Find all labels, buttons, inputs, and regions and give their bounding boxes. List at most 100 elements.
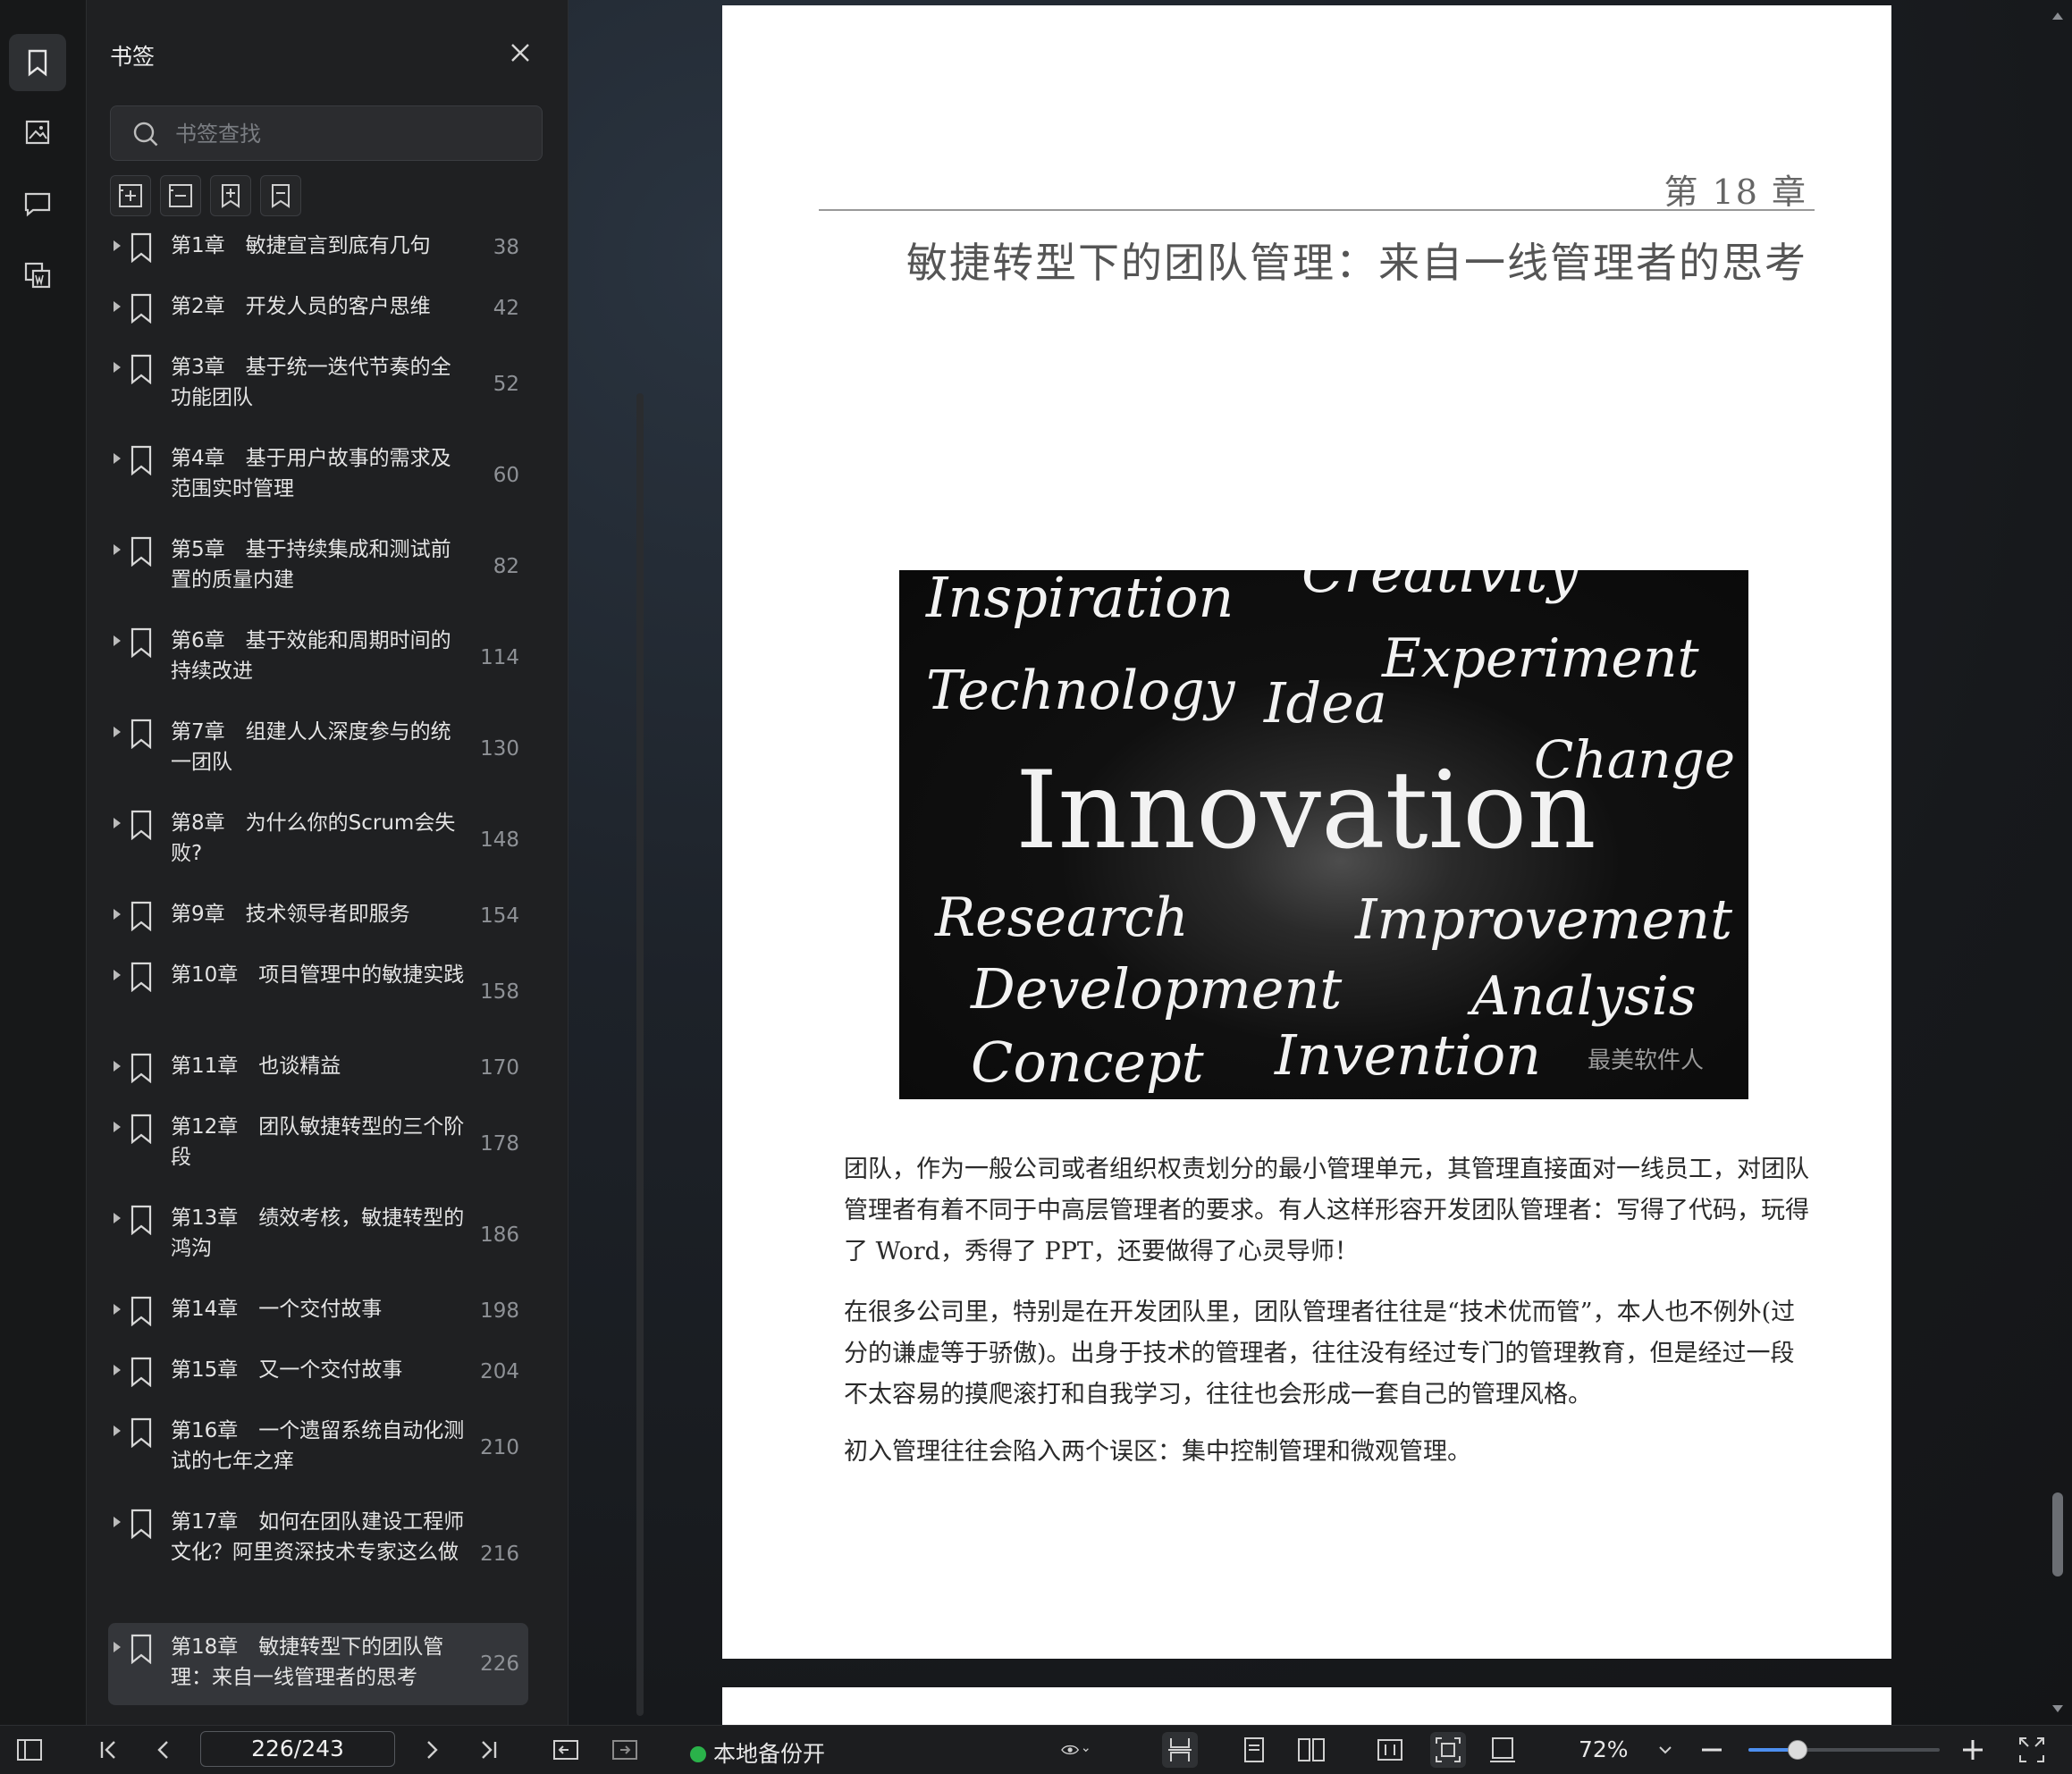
scroll-down-arrow[interactable]	[2052, 1705, 2063, 1712]
expand-all-button[interactable]	[110, 175, 151, 216]
expand-arrow-icon[interactable]	[114, 544, 121, 555]
expand-arrow-icon[interactable]	[114, 1304, 121, 1315]
bookmark-item[interactable]: 第14章 一个交付故事 198	[108, 1294, 528, 1328]
collapse-all-button[interactable]	[160, 175, 201, 216]
next-page-button[interactable]	[417, 1735, 447, 1765]
remove-bookmark-button[interactable]	[260, 175, 301, 216]
bookmark-icon	[131, 354, 152, 384]
expand-arrow-icon[interactable]	[114, 1425, 121, 1436]
bookmark-item[interactable]: 第16章 一个遗留系统自动化测试的七年之痒 210	[108, 1416, 528, 1480]
go-back-button[interactable]	[551, 1735, 581, 1765]
fullscreen-button[interactable]	[2017, 1735, 2047, 1765]
expand-arrow-icon[interactable]	[114, 1517, 121, 1527]
word-document-icon	[24, 262, 51, 289]
image-word: Analysis	[1471, 965, 1697, 1028]
bookmark-item[interactable]: 第13章 绩效考核，敏捷转型的鸿沟 186	[108, 1203, 528, 1267]
bookmark-page-number: 148	[480, 828, 519, 852]
bookmark-item[interactable]: 第5章 基于持续集成和测试前置的质量内建 82	[108, 534, 528, 599]
image-word: Idea	[1264, 670, 1387, 736]
zoom-out-button[interactable]	[1697, 1735, 1727, 1765]
bookmark-item[interactable]: 第15章 又一个交付故事 204	[108, 1355, 528, 1389]
paragraph: 初入管理往往会陷入两个误区：集中控制管理和微观管理。	[844, 1438, 1471, 1466]
view-mode-dropdown[interactable]	[1060, 1735, 1107, 1765]
bookmark-page-number: 178	[480, 1132, 519, 1156]
expand-arrow-icon[interactable]	[114, 301, 121, 312]
expand-arrow-icon[interactable]	[114, 1365, 121, 1375]
document-scrollbar[interactable]	[2052, 1492, 2063, 1576]
single-page-scroll-button[interactable]	[1162, 1732, 1198, 1768]
annotations-panel-button[interactable]	[9, 175, 66, 232]
expand-arrow-icon[interactable]	[114, 727, 121, 737]
bookmark-item[interactable]: 第9章 技术领导者即服务 154	[108, 899, 528, 933]
zoom-in-button[interactable]	[1958, 1735, 1988, 1765]
thumbnails-panel-button[interactable]	[9, 104, 66, 161]
icon-rail	[0, 0, 87, 1725]
zoom-level[interactable]: 72%	[1579, 1736, 1629, 1762]
bookmark-page-number: 170	[480, 1056, 519, 1080]
bookmark-icon	[131, 293, 152, 324]
bookmark-page-number: 198	[480, 1299, 519, 1323]
bookmarks-panel-button[interactable]	[9, 34, 66, 91]
expand-arrow-icon[interactable]	[114, 909, 121, 920]
zoom-slider[interactable]	[1748, 1740, 1940, 1760]
fit-width-button[interactable]	[1375, 1735, 1405, 1765]
expand-arrow-icon[interactable]	[114, 453, 121, 464]
bookmark-icon	[131, 719, 152, 749]
bookmark-item[interactable]: 第1章 敏捷宣言到底有几句 38	[108, 231, 528, 265]
toggle-sidebar-button[interactable]	[14, 1735, 45, 1765]
bookmark-item[interactable]: 第18章 敏捷转型下的团队管理：来自一线管理者的思考 226	[108, 1623, 528, 1705]
bookmark-item[interactable]: 第10章 项目管理中的敏捷实践 158	[108, 960, 528, 1024]
add-bookmark-button[interactable]	[210, 175, 251, 216]
bookmark-item[interactable]: 第12章 团队敏捷转型的三个阶段 178	[108, 1112, 528, 1176]
expand-arrow-icon[interactable]	[114, 240, 121, 251]
bookmark-search-input[interactable]	[173, 115, 526, 153]
bookmark-label: 第4章 基于用户故事的需求及范围实时管理	[171, 447, 451, 500]
page-number-input[interactable]: 226/243	[200, 1731, 395, 1767]
bookmark-page-number: 226	[480, 1652, 519, 1676]
bookmark-label: 第17章 如何在团队建设工程师文化？阿里资深技术专家这么做	[171, 1510, 465, 1564]
first-page-button[interactable]	[93, 1735, 123, 1765]
fit-page-button[interactable]	[1430, 1732, 1466, 1768]
scroll-up-arrow[interactable]	[2052, 13, 2063, 20]
expand-arrow-icon[interactable]	[114, 1122, 121, 1132]
sidebar-scrollbar[interactable]	[636, 393, 644, 1716]
word-export-button[interactable]	[9, 247, 66, 304]
previous-page-button[interactable]	[148, 1735, 179, 1765]
last-page-button[interactable]	[474, 1735, 504, 1765]
go-forward-button[interactable]	[610, 1735, 640, 1765]
bookmark-item[interactable]: 第2章 开发人员的客户思维 42	[108, 291, 528, 325]
expand-arrow-icon[interactable]	[114, 1213, 121, 1223]
single-page-button[interactable]	[1239, 1735, 1269, 1765]
bookmark-label: 第3章 基于统一迭代节奏的全功能团队	[171, 356, 451, 409]
bookmark-item[interactable]: 第17章 如何在团队建设工程师文化？阿里资深技术专家这么做 216	[108, 1507, 528, 1602]
local-backup-status[interactable]: 本地备份开	[690, 1736, 825, 1769]
zoom-slider-knob[interactable]	[1787, 1740, 1807, 1760]
page-layout-icon	[1490, 1737, 1515, 1762]
chapter-number: 第 18 章	[1663, 172, 1807, 212]
expand-arrow-icon[interactable]	[114, 1642, 121, 1652]
bookmark-item[interactable]: 第7章 组建人人深度参与的统一团队 130	[108, 717, 528, 781]
double-page-button[interactable]	[1296, 1735, 1327, 1765]
expand-arrow-icon[interactable]	[114, 362, 121, 373]
expand-arrow-icon[interactable]	[114, 1061, 121, 1072]
image-word: Concept	[971, 1030, 1204, 1095]
bookmark-icon	[131, 627, 152, 658]
bookmark-item[interactable]: 第8章 为什么你的Scrum会失败? 148	[108, 808, 528, 872]
plus-icon	[1963, 1740, 1983, 1760]
bookmark-page-number: 204	[480, 1360, 519, 1383]
expand-arrow-icon[interactable]	[114, 970, 121, 980]
expand-arrow-icon[interactable]	[114, 635, 121, 646]
bookmark-item[interactable]: 第6章 基于效能和周期时间的持续改进 114	[108, 626, 528, 690]
close-icon[interactable]	[505, 38, 535, 68]
bookmark-item[interactable]: 第11章 也谈精益 170	[108, 1051, 528, 1085]
bookmark-item[interactable]: 第4章 基于用户故事的需求及范围实时管理 60	[108, 443, 528, 508]
image-word: Innovation	[1015, 749, 1596, 873]
chevron-down-icon	[1659, 1746, 1672, 1754]
image-word: Creativity	[1301, 570, 1579, 605]
bookmark-label: 第8章 为什么你的Scrum会失败?	[171, 811, 456, 865]
bookmark-item[interactable]: 第3章 基于统一迭代节奏的全功能团队 52	[108, 352, 528, 416]
expand-arrow-icon[interactable]	[114, 818, 121, 828]
zoom-dropdown[interactable]	[1650, 1735, 1680, 1765]
rotate-page-button[interactable]	[1487, 1735, 1518, 1765]
bookmark-label: 第11章 也谈精益	[171, 1055, 341, 1078]
